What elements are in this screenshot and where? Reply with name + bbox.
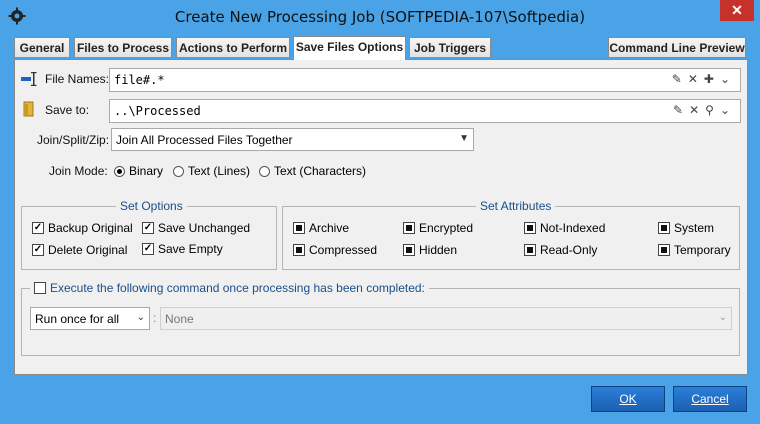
- join-split-zip-select[interactable]: Join All Processed Files Together ▼: [111, 128, 474, 151]
- close-button[interactable]: ✕: [720, 0, 754, 21]
- join-mode-binary-radio[interactable]: Binary: [114, 164, 163, 178]
- file-names-input[interactable]: file#.* ✎✕✚⌄: [109, 68, 741, 92]
- attr-temporary-checkbox[interactable]: Temporary: [658, 243, 731, 257]
- dialog-window: Create New Processing Job (SOFTPEDIA-107…: [0, 0, 760, 424]
- run-mode-value: Run once for all: [35, 312, 120, 326]
- tab-job-triggers[interactable]: Job Triggers: [409, 37, 491, 57]
- command-line-preview-button[interactable]: Command Line Preview: [608, 37, 746, 58]
- checkmark-icon: ✓: [32, 222, 44, 234]
- save-files-options-panel: File Names: file#.* ✎✕✚⌄ Save to: ..\Pro…: [14, 59, 748, 375]
- save-to-label: Save to:: [45, 103, 90, 117]
- backup-original-checkbox[interactable]: ✓ Backup Original: [32, 221, 133, 235]
- save-unchanged-checkbox[interactable]: ✓ Save Unchanged: [142, 221, 250, 235]
- command-value: None: [165, 312, 194, 326]
- save-to-input[interactable]: ..\Processed ✎✕⚲⌄: [109, 99, 741, 123]
- tab-general[interactable]: General: [14, 37, 70, 57]
- set-options-group: Set Options ✓ Backup Original ✓ Save Uncha…: [21, 199, 277, 270]
- edit-icon[interactable]: ✎: [673, 103, 689, 117]
- set-options-title: Set Options: [116, 199, 187, 213]
- checkmark-icon: ✓: [32, 244, 44, 256]
- join-mode-text-lines-radio[interactable]: Text (Lines): [173, 164, 250, 178]
- file-name-icon: [21, 72, 37, 86]
- join-split-zip-value: Join All Processed Files Together: [116, 133, 293, 147]
- command-select[interactable]: None ⌄: [160, 307, 732, 330]
- chevron-down-icon[interactable]: ⌄: [720, 72, 736, 86]
- tab-files-to-process[interactable]: Files to Process: [74, 37, 172, 57]
- edit-icon[interactable]: ✎: [672, 72, 688, 86]
- ok-button[interactable]: OK: [591, 386, 665, 412]
- attr-read-only-checkbox[interactable]: Read-Only: [524, 243, 597, 257]
- attr-system-checkbox[interactable]: System: [658, 221, 714, 235]
- chevron-down-icon: ⌄: [718, 312, 727, 323]
- cancel-button[interactable]: Cancel: [673, 386, 747, 412]
- checkmark-icon: ✓: [142, 243, 154, 255]
- delete-original-checkbox[interactable]: ✓ Delete Original: [32, 243, 127, 257]
- attr-hidden-checkbox[interactable]: Hidden: [403, 243, 457, 257]
- set-attributes-title: Set Attributes: [476, 199, 556, 213]
- tab-save-files-options[interactable]: Save Files Options: [293, 36, 406, 60]
- window-title: Create New Processing Job (SOFTPEDIA-107…: [174, 8, 586, 26]
- checkmark-icon: ✓: [142, 222, 154, 234]
- attr-archive-checkbox[interactable]: Archive: [293, 221, 349, 235]
- execute-command-group: Execute the following command once proce…: [21, 281, 740, 356]
- attr-encrypted-checkbox[interactable]: Encrypted: [403, 221, 473, 235]
- join-mode-text-characters-radio[interactable]: Text (Characters): [259, 164, 366, 178]
- save-empty-checkbox[interactable]: ✓ Save Empty: [142, 242, 223, 256]
- file-names-label: File Names:: [45, 72, 110, 86]
- attr-not-indexed-checkbox[interactable]: Not-Indexed: [524, 221, 605, 235]
- join-split-zip-label: Join/Split/Zip:: [37, 133, 110, 147]
- chevron-down-icon: ⌄: [136, 312, 145, 323]
- clear-icon[interactable]: ✕: [688, 72, 704, 86]
- clear-icon[interactable]: ✕: [689, 103, 705, 117]
- add-icon[interactable]: ✚: [704, 72, 720, 86]
- search-icon[interactable]: ⚲: [705, 103, 720, 117]
- chevron-down-icon[interactable]: ⌄: [720, 103, 736, 117]
- join-mode-label: Join Mode:: [49, 164, 108, 178]
- folder-icon: [23, 101, 37, 117]
- attr-compressed-checkbox[interactable]: Compressed: [293, 243, 377, 257]
- save-to-value: ..\Processed: [114, 104, 201, 118]
- file-names-value: file#.*: [114, 73, 165, 87]
- set-attributes-group: Set Attributes Archive Encrypted Not-Ind…: [282, 199, 740, 270]
- tab-actions-to-perform[interactable]: Actions to Perform: [176, 37, 290, 57]
- execute-command-checkbox[interactable]: Execute the following command once proce…: [30, 281, 429, 295]
- title-bar: Create New Processing Job (SOFTPEDIA-107…: [0, 0, 760, 32]
- chevron-down-icon: ▼: [459, 133, 469, 144]
- separator: :: [153, 311, 157, 325]
- run-mode-select[interactable]: Run once for all ⌄: [30, 307, 150, 330]
